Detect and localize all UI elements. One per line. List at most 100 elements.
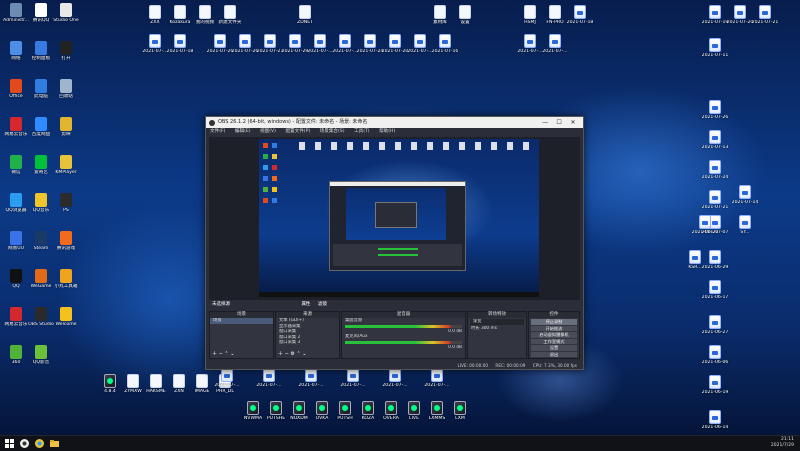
transition-select[interactable]: 渐变 (470, 319, 524, 325)
stop-recording-button[interactable]: 停止录制 (531, 319, 577, 325)
desktop-icon[interactable]: 2021-07-13 (700, 130, 730, 160)
desktop-icon[interactable]: Studio One (51, 3, 81, 33)
desktop-icon-label: QQ影音 (32, 360, 50, 365)
up-icon[interactable]: ⌃ (296, 351, 300, 357)
menu-edit[interactable]: 编辑(E) (235, 129, 251, 134)
down-icon[interactable]: ⌄ (230, 351, 234, 357)
menu-profile[interactable]: 配置文件(P) (285, 129, 310, 134)
remove-icon[interactable]: − (285, 351, 289, 357)
desktop-icon[interactable]: 2021-07-... (254, 368, 284, 398)
app-icon (60, 117, 72, 131)
obs-preview[interactable] (209, 137, 580, 300)
properties-button[interactable]: 属性 (301, 302, 310, 307)
desktop-icon[interactable]: 2021-07-11 (700, 38, 730, 68)
desktop-icon[interactable]: 设置 (450, 5, 480, 35)
start-streaming-button[interactable]: 开始推流 (531, 325, 577, 331)
desktop-icon[interactable]: 2021-07-16 (430, 34, 460, 64)
windows-start-icon[interactable] (4, 438, 15, 449)
window-controls: — ☐ ✕ (539, 117, 579, 128)
app-icon (35, 193, 47, 207)
maximize-button[interactable]: ☐ (553, 117, 565, 128)
desktop-icon[interactable]: 2021-06-17 (700, 280, 730, 310)
remove-icon[interactable]: − (219, 351, 223, 357)
desktop-icon[interactable]: LXM (445, 401, 475, 431)
desktop-icon-label: 2021-06-17 (701, 295, 729, 300)
desktop-icon[interactable]: 2021-07-... (338, 368, 368, 398)
down-icon[interactable]: ⌄ (302, 351, 306, 357)
app-icon (10, 155, 22, 169)
desktop-icon[interactable]: 2021-06-24 (690, 215, 720, 245)
desktop-icon[interactable]: 2021-07-18 (565, 5, 595, 35)
volume-meter (345, 340, 462, 344)
duration-input[interactable]: 300 ms (481, 326, 497, 331)
desktop-icon[interactable]: 腾讯游戏 (51, 231, 81, 261)
desktop-icon[interactable]: 新建文件夹 (215, 5, 245, 35)
desktop-icon[interactable]: 2021-07-... (296, 368, 326, 398)
desktop-icon[interactable]: 打开 (51, 41, 81, 71)
menu-tools[interactable]: 工具(T) (354, 129, 370, 134)
desktop-icon[interactable]: 2021-07-... (422, 368, 452, 398)
desktop-icon[interactable]: 小丸工具箱 (51, 269, 81, 299)
add-icon[interactable]: ＋ (212, 351, 217, 357)
menu-view[interactable]: 视图(V) (260, 129, 276, 134)
obs-menubar: 文件(F) 编辑(E) 视图(V) 配置文件(P) 场景集合(S) 工具(T) … (206, 128, 583, 136)
document-file-icon (264, 34, 276, 48)
desktop-icon-label: PS (63, 208, 69, 213)
desktop-icon[interactable]: 2021-06-19 (700, 375, 730, 405)
desktop-icon[interactable]: SY... (730, 215, 760, 245)
desktop-icon[interactable]: 2021-06-06 (700, 345, 730, 375)
menu-scene-collection[interactable]: 场景集合(S) (320, 129, 345, 134)
desktop-icon-label: 2021-07-26 (701, 115, 729, 120)
desktop-icon[interactable]: 2021-06-29 (700, 250, 730, 280)
document-file-icon (389, 368, 401, 382)
browser-taskbar-icon[interactable] (34, 438, 45, 449)
desktop-icon[interactable]: QQ影音 (26, 345, 56, 375)
close-button[interactable]: ✕ (567, 117, 579, 128)
desktop-icon[interactable]: 2021-07-21 (750, 5, 780, 35)
desktop-icon[interactable]: 2021-06-27 (700, 315, 730, 345)
document-file-icon (549, 34, 561, 48)
desktop-icon-label: 2021-07-21 (751, 20, 779, 25)
nested-desktop-icons (261, 141, 285, 286)
menu-file[interactable]: 文件(F) (210, 129, 225, 134)
desktop-icon[interactable]: 2021-07-... (380, 368, 410, 398)
desktop-icon[interactable]: 2021-07-24 (700, 160, 730, 190)
app-icon (10, 79, 22, 93)
source-item[interactable]: 窗口采集 3 (276, 340, 339, 346)
add-icon[interactable]: ＋ (278, 351, 283, 357)
desktop-icon[interactable]: 2021-07-18 (165, 34, 195, 64)
desktop-icon[interactable]: ZDNET (290, 5, 320, 35)
filters-button[interactable]: 滤镜 (318, 302, 327, 307)
up-icon[interactable]: ⌃ (224, 351, 228, 357)
scene-item[interactable]: 场景 (210, 318, 273, 324)
document-file-icon (709, 130, 721, 144)
studio-mode-button[interactable]: 工作室模式 (531, 338, 577, 344)
desktop-icon[interactable]: 剪映 (51, 117, 81, 147)
desktop-icon[interactable]: 2021-07-... (540, 34, 570, 64)
virtual-camera-button[interactable]: 启动虚拟摄像机 (531, 332, 577, 338)
desktop-icon-label: KMPlayer (55, 170, 77, 175)
live-status: LIVE: 00:00:00 (457, 363, 489, 368)
folder-taskbar-icon[interactable] (49, 438, 60, 449)
exit-button[interactable]: 退出 (531, 351, 577, 357)
mixer-panel: 混音器 桌面音频 0.0 dB 麦克风/Aux 0.0 dB (341, 311, 466, 359)
desktop-icon[interactable]: 2021-07-... (212, 368, 242, 398)
app-icon (60, 79, 72, 93)
menu-help[interactable]: 帮助(H) (379, 129, 395, 134)
desktop-icon[interactable]: 2021-07-14 (730, 185, 760, 215)
desktop-icon[interactable]: Welcome (51, 307, 81, 337)
obs-taskbar-icon[interactable] (19, 438, 30, 449)
desktop-icon[interactable]: 2021-06-14 (700, 410, 730, 435)
taskbar-clock[interactable]: 21:11 2021/7/29 (771, 437, 794, 449)
desktop-icon[interactable]: PS (51, 193, 81, 223)
desktop-icon[interactable]: 2021-07-26 (700, 100, 730, 130)
obs-window[interactable]: OBS 26.1.2 (64-bit, windows) - 配置文件: 未命名… (205, 116, 584, 370)
settings-button[interactable]: 设置 (531, 345, 577, 351)
desktop-icon[interactable]: KMPlayer (51, 155, 81, 185)
gear-icon[interactable]: ⚙ (290, 351, 294, 357)
minimize-button[interactable]: — (539, 117, 551, 128)
desktop-icon[interactable]: 回收站 (51, 79, 81, 109)
preview-canvas[interactable] (259, 139, 539, 297)
blank-file-icon (524, 5, 536, 19)
obs-titlebar[interactable]: OBS 26.1.2 (64-bit, windows) - 配置文件: 未命名… (206, 117, 583, 128)
